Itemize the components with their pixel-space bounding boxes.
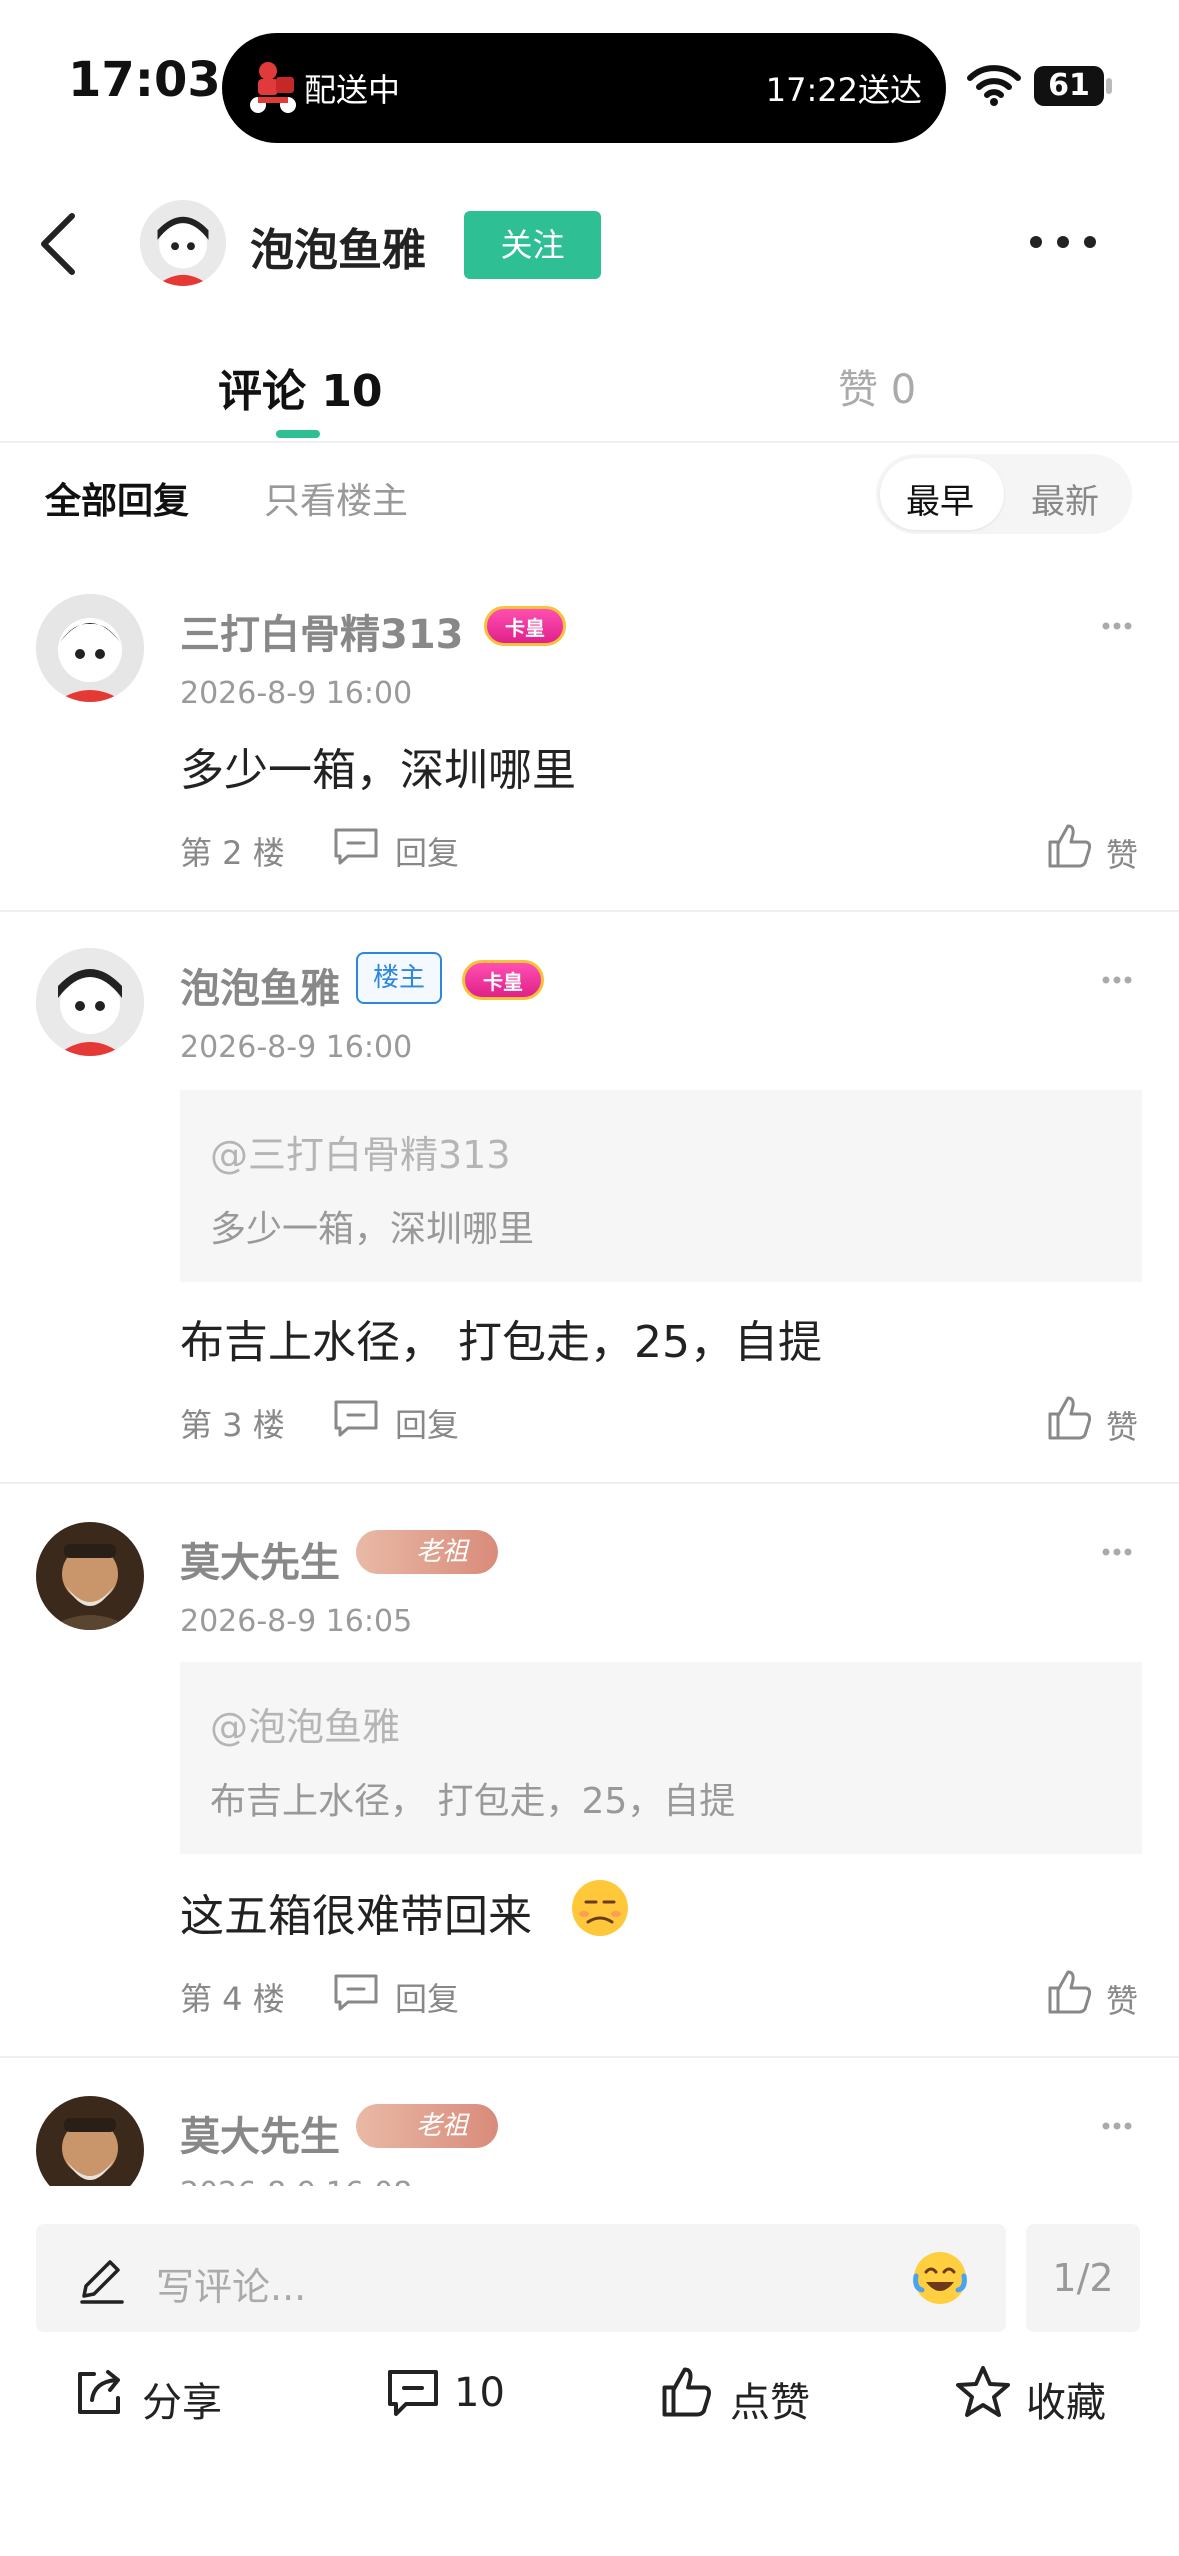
battery-cap (1106, 78, 1112, 94)
back-arrow-icon[interactable] (36, 208, 80, 280)
filter-op-only[interactable]: 只看楼主 (264, 472, 408, 524)
page-indicator[interactable]: 1/2 (1026, 2224, 1140, 2332)
comment-more-icon[interactable] (1102, 976, 1132, 984)
tab-comments[interactable]: 评论 10 (218, 355, 383, 419)
reply-icon[interactable] (332, 1398, 380, 1438)
old-man-photo-avatar-icon (36, 1522, 144, 1630)
king-badge: 卡皇 (462, 960, 544, 1000)
reply-icon[interactable] (332, 826, 380, 866)
dynamic-island-delivery[interactable]: 配送中 17:22送达 (222, 33, 946, 143)
cartoon-boy-avatar-icon (36, 594, 144, 702)
comment-text: 这五箱很难带回来 (180, 1891, 532, 1942)
delivery-status: 配送中 (304, 71, 401, 109)
filter-all-replies[interactable]: 全部回复 (45, 472, 189, 524)
share-icon[interactable] (72, 2366, 126, 2420)
comment-divider (0, 2056, 1179, 2058)
commenter-name[interactable]: 莫大先生 (180, 2104, 340, 2162)
like-post-button[interactable]: 点赞 (730, 2370, 810, 2428)
commenter-avatar[interactable] (36, 948, 144, 1056)
commenter-name[interactable]: 莫大先生 (180, 1530, 340, 1588)
comment-time: 2026-8-9 16:00 (180, 1030, 413, 1065)
like-button[interactable]: 赞 (1106, 830, 1138, 876)
op-badge: 楼主 (356, 952, 442, 1004)
comment-more-icon[interactable] (1102, 622, 1132, 630)
commenter-avatar[interactable] (36, 1522, 144, 1630)
quoted-reply (180, 1662, 1142, 1854)
author-avatar[interactable] (140, 200, 226, 286)
comment-divider (0, 910, 1179, 912)
comment-more-icon[interactable] (1102, 2122, 1132, 2130)
header-divider (0, 441, 1179, 443)
king-badge: 卡皇 (484, 606, 566, 646)
floor-number: 第 2 楼 (180, 834, 285, 872)
quoted-mention[interactable]: @三打白骨精313 (210, 1124, 511, 1179)
more-options-icon[interactable] (1028, 232, 1098, 252)
cartoon-girl-avatar-icon (140, 200, 226, 286)
comment-placeholder[interactable]: 写评论... (156, 2256, 306, 2311)
star-icon[interactable] (954, 2364, 1012, 2420)
thumbs-up-icon[interactable] (1046, 1394, 1094, 1442)
quoted-text: 多少一箱，深圳哪里 (210, 1209, 535, 1250)
laughing-emoji-icon[interactable] (912, 2250, 968, 2306)
tab-likes[interactable]: 赞 0 (838, 357, 916, 415)
comment-divider (0, 1482, 1179, 1484)
thumbs-up-icon[interactable] (660, 2364, 714, 2420)
commenter-name[interactable]: 三打白骨精313 (180, 602, 464, 660)
like-button[interactable]: 赞 (1106, 1976, 1138, 2022)
quoted-reply (180, 1090, 1142, 1282)
comment-bubble-icon[interactable] (386, 2368, 440, 2418)
comment-text: 多少一箱，深圳哪里 (180, 745, 576, 796)
comment-time: 2026-8-9 16:05 (180, 1604, 413, 1639)
thumbs-up-icon[interactable] (1046, 1968, 1094, 2016)
commenter-avatar[interactable] (36, 594, 144, 702)
delivery-eta: 17:22送达 (765, 71, 922, 109)
sort-latest[interactable]: 最新 (1031, 474, 1099, 523)
pencil-icon (80, 2260, 124, 2304)
comment-text: 布吉上水径， 打包走，25，自提 (180, 1317, 822, 1368)
wifi-icon (967, 65, 1021, 106)
ancestor-badge: 老祖 (356, 1530, 498, 1574)
delivery-rider-icon (250, 62, 296, 113)
frowning-face-emoji-icon (572, 1880, 628, 1936)
floor-number: 第 4 楼 (180, 1980, 285, 2018)
sort-earliest[interactable]: 最早 (906, 474, 974, 523)
ancestor-badge: 老祖 (356, 2104, 498, 2148)
favorite-button[interactable]: 收藏 (1026, 2370, 1106, 2428)
cartoon-girl-avatar-icon (36, 948, 144, 1056)
comment-time: 2026-8-9 16:00 (180, 676, 413, 711)
follow-button[interactable]: 关注 (464, 211, 601, 279)
commenter-name[interactable]: 泡泡鱼雅 (180, 956, 340, 1014)
reply-button[interactable]: 回复 (395, 828, 459, 874)
thumbs-up-icon[interactable] (1046, 822, 1094, 870)
comment-more-icon[interactable] (1102, 1548, 1132, 1556)
reply-button[interactable]: 回复 (395, 1974, 459, 2020)
reply-icon[interactable] (332, 1972, 380, 2012)
like-button[interactable]: 赞 (1106, 1402, 1138, 1448)
battery-indicator: 61 (1034, 66, 1104, 106)
quoted-text: 布吉上水径， 打包走，25，自提 (210, 1781, 736, 1822)
status-time: 17:03 (68, 52, 221, 108)
share-button[interactable]: 分享 (142, 2370, 222, 2428)
reply-button[interactable]: 回复 (395, 1400, 459, 1446)
comments-count-button[interactable]: 10 (454, 2370, 505, 2416)
tab-active-indicator (276, 430, 320, 438)
quoted-mention[interactable]: @泡泡鱼雅 (210, 1696, 400, 1751)
floor-number: 第 3 楼 (180, 1406, 285, 1444)
author-name[interactable]: 泡泡鱼雅 (250, 214, 426, 278)
